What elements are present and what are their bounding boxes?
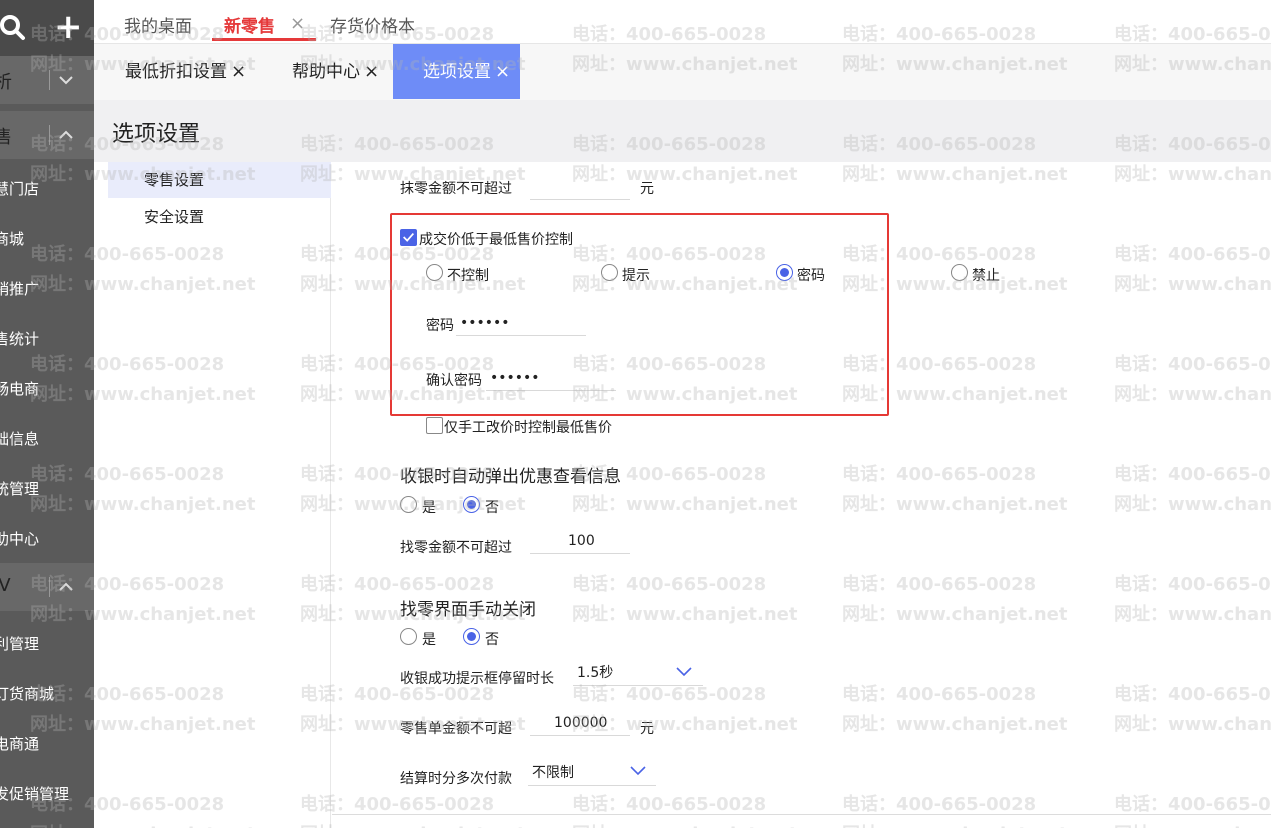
close-icon[interactable]: × bbox=[364, 61, 379, 82]
check-icon bbox=[403, 232, 415, 242]
min-price-control-label: 成交价低于最低售价控制 bbox=[419, 232, 573, 248]
sidebar-section-retail[interactable]: 售 bbox=[0, 111, 94, 159]
divider bbox=[49, 125, 50, 145]
close-icon[interactable]: × bbox=[495, 61, 510, 82]
auto-popup-title: 收银时自动弹出优惠查看信息 bbox=[400, 467, 621, 487]
min-price-control-checkbox[interactable] bbox=[400, 229, 417, 246]
radio-label: 是 bbox=[422, 632, 436, 648]
sidebar-item[interactable]: 售统计 bbox=[0, 328, 39, 349]
sidebar-section-label: 售 bbox=[0, 127, 12, 148]
change-limit-input[interactable]: 100 bbox=[530, 530, 630, 554]
add-icon[interactable]: + bbox=[54, 10, 83, 44]
close-icon[interactable]: × bbox=[231, 61, 246, 82]
radio-label: 否 bbox=[485, 500, 499, 516]
radio-label: 提示 bbox=[622, 268, 650, 284]
close-icon[interactable]: × bbox=[290, 13, 305, 34]
sidebar-item[interactable]: 慧门店 bbox=[0, 178, 39, 199]
chevron-down-icon[interactable] bbox=[630, 766, 646, 776]
auto-popup-no-radio[interactable] bbox=[463, 496, 480, 513]
subtab-help-center[interactable]: 帮助中心 × bbox=[292, 44, 379, 99]
sidebar-item[interactable]: 助中心 bbox=[0, 528, 39, 549]
tab-my-desktop[interactable]: 我的桌面 bbox=[124, 12, 192, 37]
chevron-up-icon[interactable] bbox=[58, 579, 74, 595]
confirm-password-input[interactable]: •••••• bbox=[486, 367, 616, 391]
radio-prompt[interactable] bbox=[601, 264, 618, 281]
radio-label: 密码 bbox=[797, 268, 825, 284]
change-limit-label: 找零金额不可超过 bbox=[400, 540, 512, 556]
chevron-down-icon[interactable] bbox=[676, 667, 692, 677]
success-duration-label: 收银成功提示框停留时长 bbox=[400, 671, 554, 687]
round-off-input[interactable] bbox=[530, 176, 630, 200]
menu-item-security-settings[interactable]: 安全设置 bbox=[108, 199, 331, 235]
sidebar-item[interactable]: 销推广 bbox=[0, 278, 39, 299]
title-bar: 选项设置 bbox=[94, 100, 1271, 162]
subtab-label: 最低折扣设置 bbox=[125, 62, 227, 82]
chevron-up-icon[interactable] bbox=[58, 127, 74, 143]
sidebar-section-other[interactable]: Ⅳ bbox=[0, 563, 94, 611]
radio-no-control[interactable] bbox=[426, 264, 443, 281]
sub-tab-bar: 最低折扣设置 × 帮助中心 × 选项设置 × bbox=[94, 44, 1271, 100]
active-tab-indicator bbox=[212, 38, 316, 41]
tab-inventory-price-book[interactable]: 存货价格本 bbox=[330, 12, 415, 37]
change-close-no-radio[interactable] bbox=[463, 628, 480, 645]
top-tab-bar: 我的桌面 新零售 × 存货价格本 bbox=[94, 0, 1271, 44]
round-off-label: 抹零金额不可超过 bbox=[400, 181, 512, 197]
divider bbox=[49, 577, 50, 597]
confirm-password-label: 确认密码 bbox=[426, 373, 482, 389]
divider bbox=[332, 814, 1271, 815]
subtab-options[interactable]: 选项设置 × bbox=[393, 44, 521, 99]
password-label: 密码 bbox=[426, 318, 454, 334]
subtab-label: 帮助中心 bbox=[292, 62, 360, 82]
subtab-label: 选项设置 bbox=[423, 62, 491, 82]
radio-label: 否 bbox=[485, 632, 499, 648]
sidebar-item[interactable]: 订货商城 bbox=[0, 683, 54, 704]
auto-popup-yes-radio[interactable] bbox=[400, 496, 417, 513]
radio-password[interactable] bbox=[776, 264, 793, 281]
divider bbox=[49, 70, 50, 90]
change-close-yes-radio[interactable] bbox=[400, 628, 417, 645]
settings-menu: 零售设置 安全设置 bbox=[108, 162, 331, 828]
menu-item-retail-settings[interactable]: 零售设置 bbox=[108, 162, 331, 198]
radio-forbid[interactable] bbox=[951, 264, 968, 281]
manual-only-checkbox[interactable] bbox=[426, 417, 443, 434]
sidebar-section-label: Ⅳ bbox=[0, 575, 11, 596]
left-sidebar: + 析 售 慧门店 商城 销推广 售统计 畅电商 础信息 统管理 助中心 Ⅳ 利… bbox=[0, 0, 94, 828]
manual-only-label: 仅手工改价时控制最低售价 bbox=[444, 420, 612, 436]
round-off-unit: 元 bbox=[640, 181, 654, 197]
sidebar-item[interactable]: 利管理 bbox=[0, 633, 39, 654]
subtab-min-discount[interactable]: 最低折扣设置 × bbox=[125, 44, 246, 99]
search-icon[interactable] bbox=[0, 14, 28, 42]
sidebar-item[interactable]: 统管理 bbox=[0, 478, 39, 499]
sidebar-section-analysis[interactable]: 析 bbox=[0, 56, 94, 104]
change-close-title: 找零界面手动关闭 bbox=[400, 600, 536, 620]
sidebar-item[interactable]: 发促销管理 bbox=[0, 783, 69, 804]
multi-pay-label: 结算时分多次付款 bbox=[400, 771, 512, 787]
sidebar-item[interactable]: 畅电商 bbox=[0, 378, 39, 399]
sidebar-item[interactable]: 础信息 bbox=[0, 428, 39, 449]
radio-label: 是 bbox=[422, 500, 436, 516]
single-amount-unit: 元 bbox=[640, 721, 654, 737]
sidebar-item[interactable]: 商城 bbox=[0, 228, 24, 249]
page-title: 选项设置 bbox=[112, 122, 201, 147]
chevron-down-icon[interactable] bbox=[58, 72, 74, 88]
tab-new-retail[interactable]: 新零售 bbox=[224, 12, 275, 37]
sidebar-item[interactable]: 电商通 bbox=[0, 733, 39, 754]
single-amount-input[interactable]: 100000 bbox=[530, 712, 630, 736]
radio-label: 禁止 bbox=[972, 268, 1000, 284]
radio-label: 不控制 bbox=[447, 268, 489, 284]
single-amount-label: 零售单金额不可超 bbox=[400, 721, 512, 737]
password-input[interactable]: •••••• bbox=[456, 312, 586, 336]
sidebar-section-label: 析 bbox=[0, 72, 12, 93]
